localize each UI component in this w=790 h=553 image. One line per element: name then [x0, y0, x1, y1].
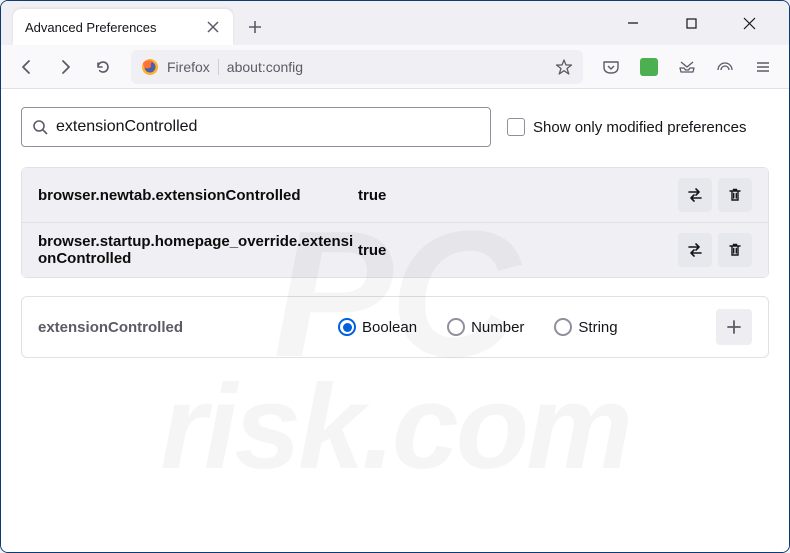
titlebar: Advanced Preferences [1, 1, 789, 45]
delete-button[interactable] [718, 178, 752, 212]
new-tab-button[interactable] [239, 11, 271, 43]
search-icon [32, 119, 48, 135]
aboutconfig-content: PC risk.com Show only modified preferenc… [1, 89, 789, 552]
urlbar[interactable]: Firefox [131, 50, 583, 84]
checkbox-label: Show only modified preferences [533, 119, 746, 136]
close-tab-icon[interactable] [205, 19, 221, 35]
inbox-icon[interactable] [671, 51, 703, 83]
browser-tab[interactable]: Advanced Preferences [13, 9, 233, 45]
bookmark-star-icon[interactable] [555, 58, 573, 76]
radio-string[interactable]: String [554, 318, 617, 336]
close-window-button[interactable] [729, 9, 769, 37]
account-icon[interactable] [709, 51, 741, 83]
pref-name: browser.newtab.extensionControlled [38, 187, 358, 204]
firefox-icon [141, 58, 159, 76]
modified-only-checkbox[interactable]: Show only modified preferences [507, 118, 746, 136]
radio-icon [554, 318, 572, 336]
pref-value: true [358, 242, 678, 259]
reload-button[interactable] [87, 51, 119, 83]
tab-title: Advanced Preferences [25, 20, 205, 35]
pocket-icon[interactable] [595, 51, 627, 83]
toggle-button[interactable] [678, 233, 712, 267]
checkbox-icon [507, 118, 525, 136]
pref-row[interactable]: browser.newtab.extensionControlled true [22, 168, 768, 223]
type-radio-group: Boolean Number String [338, 318, 716, 336]
navigation-toolbar: Firefox [1, 45, 789, 89]
delete-button[interactable] [718, 233, 752, 267]
identity-label: Firefox [167, 59, 219, 75]
radio-boolean[interactable]: Boolean [338, 318, 417, 336]
pref-name: browser.startup.homepage_override.extens… [38, 233, 358, 267]
add-pref-button[interactable] [716, 309, 752, 345]
radio-label: Boolean [362, 319, 417, 336]
prefs-table: browser.newtab.extensionControlled true … [21, 167, 769, 278]
radio-number[interactable]: Number [447, 318, 524, 336]
pref-search-box[interactable] [21, 107, 491, 147]
forward-button[interactable] [49, 51, 81, 83]
url-input[interactable] [227, 59, 547, 75]
pref-value: true [358, 187, 678, 204]
pref-search-input[interactable] [56, 118, 480, 136]
menu-button[interactable] [747, 51, 779, 83]
radio-label: String [578, 319, 617, 336]
new-pref-section: extensionControlled Boolean Number Strin… [21, 296, 769, 358]
new-pref-name: extensionControlled [38, 319, 338, 336]
minimize-button[interactable] [613, 9, 653, 37]
radio-icon [338, 318, 356, 336]
maximize-button[interactable] [671, 9, 711, 37]
extension-icon[interactable] [633, 51, 665, 83]
radio-label: Number [471, 319, 524, 336]
pref-row[interactable]: browser.startup.homepage_override.extens… [22, 223, 768, 277]
toggle-button[interactable] [678, 178, 712, 212]
back-button[interactable] [11, 51, 43, 83]
radio-icon [447, 318, 465, 336]
